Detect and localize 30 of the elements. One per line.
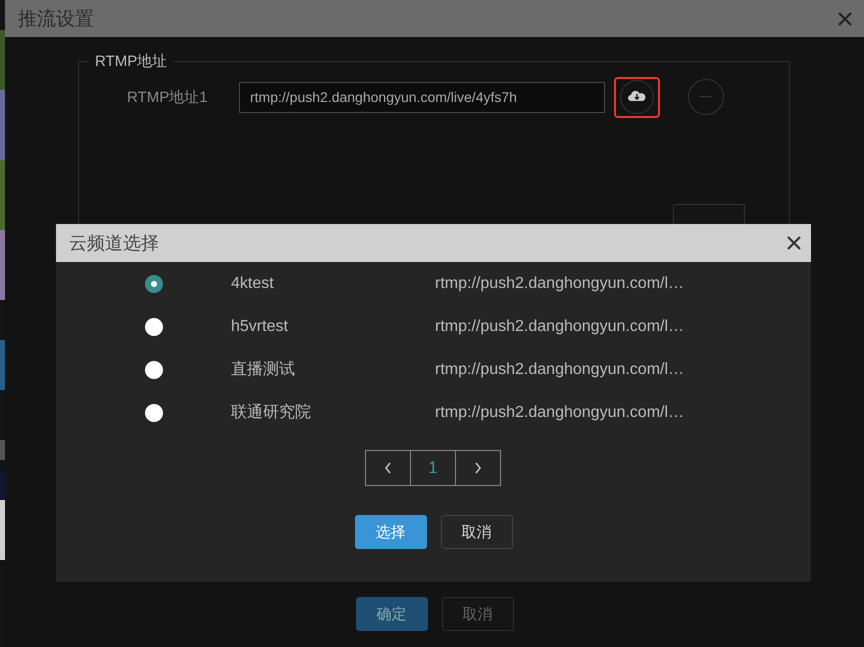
cloud-button[interactable]	[614, 76, 660, 118]
field-label: RTMP地址1	[127, 88, 209, 106]
minus-icon	[699, 96, 713, 98]
confirm-button[interactable]: 确定	[356, 597, 428, 631]
select-button[interactable]: 选择	[354, 515, 426, 549]
channel-name: h5vrtest	[231, 318, 289, 336]
channel-name: 4ktest	[231, 274, 275, 292]
cloud-download-icon	[620, 80, 654, 114]
dialog-title: 推流设置	[18, 8, 94, 32]
chevron-right-icon	[474, 462, 482, 474]
channel-name: 联通研究院	[231, 402, 312, 423]
chevron-left-icon	[384, 462, 392, 474]
rtmp-url-field[interactable]: rtmp://push2.danghongyun.com/live/4yfs7h	[239, 82, 605, 112]
radio-button[interactable]	[145, 274, 163, 292]
cancel-button[interactable]: 取消	[440, 515, 512, 549]
group-legend: RTMP地址	[89, 52, 174, 71]
next-page-button[interactable]	[455, 450, 501, 486]
radio-button[interactable]	[145, 360, 163, 378]
channel-url: rtmp://push2.danghongyun.com/l…	[435, 318, 684, 336]
radio-button[interactable]	[145, 318, 163, 336]
close-icon[interactable]	[787, 236, 801, 250]
radio-button[interactable]	[145, 404, 163, 422]
picker-title: 云频道选择	[69, 232, 159, 255]
channel-name: 直播测试	[231, 360, 296, 380]
channel-url: rtmp://push2.danghongyun.com/l…	[435, 274, 684, 292]
channel-url: rtmp://push2.danghongyun.com/l…	[435, 404, 684, 422]
cancel-button[interactable]: 取消	[442, 597, 514, 631]
page-button[interactable]: 1	[410, 450, 456, 486]
previous-page-button[interactable]	[365, 450, 411, 486]
channel-url: rtmp://push2.danghongyun.com/l…	[435, 360, 684, 378]
